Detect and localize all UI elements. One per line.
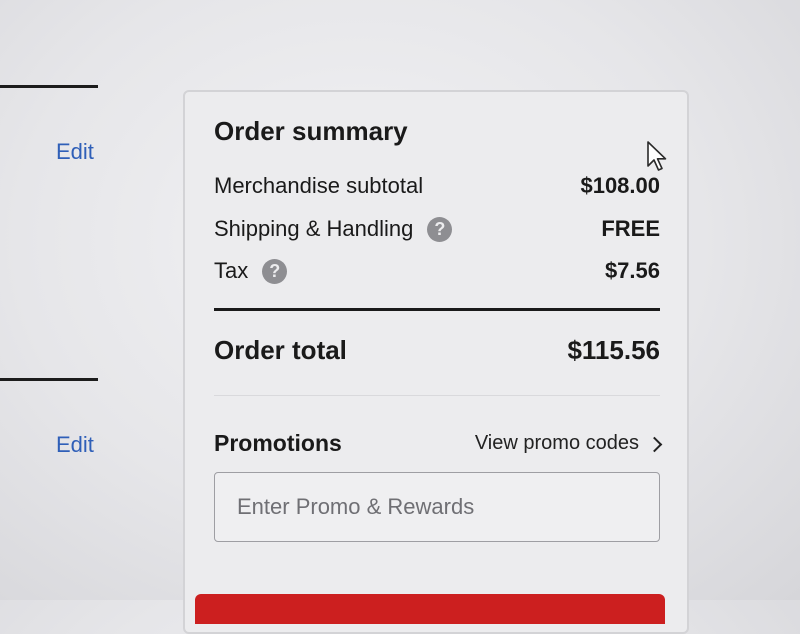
- view-promo-codes-link[interactable]: View promo codes: [474, 432, 663, 455]
- order-total-value: $115.56: [567, 335, 660, 365]
- tax-value: $7.56: [604, 258, 660, 283]
- shipping-handling-value: FREE: [601, 216, 660, 241]
- row-label: Tax ?: [214, 258, 288, 284]
- shipping-help-icon[interactable]: ?: [427, 216, 453, 242]
- order-total-row: Order total $115.56: [214, 335, 660, 366]
- chevron-right-icon: [646, 436, 663, 452]
- checkout-button[interactable]: [195, 594, 665, 624]
- shipping-handling-row: Shipping & Handling ? FREE: [214, 214, 660, 244]
- mouse-cursor-icon: [647, 141, 667, 171]
- tax-label: Tax: [214, 258, 249, 283]
- summary-divider: [214, 308, 660, 311]
- order-summary-panel: Order summary Merchandise subtotal $108.…: [183, 90, 689, 634]
- promotions-title: Promotions: [214, 430, 342, 456]
- shipping-handling-label: Shipping & Handling: [214, 216, 414, 241]
- section-divider: [214, 395, 660, 396]
- merchandise-subtotal-value: $108.00: [580, 173, 660, 198]
- row-label: Shipping & Handling ?: [214, 216, 453, 242]
- left-section-divider: [0, 85, 98, 88]
- edit-link-2[interactable]: Edit: [56, 432, 94, 458]
- tax-help-icon[interactable]: ?: [262, 258, 288, 284]
- view-promo-codes-label: View promo codes: [474, 432, 639, 454]
- merchandise-subtotal-row: Merchandise subtotal $108.00: [214, 171, 660, 201]
- order-summary-title: Order summary: [214, 116, 408, 146]
- merchandise-subtotal-label: Merchandise subtotal: [214, 173, 424, 198]
- row-label: Merchandise subtotal: [214, 173, 423, 199]
- tax-row: Tax ? $7.56: [214, 256, 660, 286]
- promo-code-input[interactable]: [214, 472, 660, 542]
- left-section-divider: [0, 378, 98, 381]
- order-total-label: Order total: [214, 335, 347, 365]
- promotions-header: Promotions View promo codes: [214, 430, 663, 457]
- edit-link-1[interactable]: Edit: [56, 139, 94, 165]
